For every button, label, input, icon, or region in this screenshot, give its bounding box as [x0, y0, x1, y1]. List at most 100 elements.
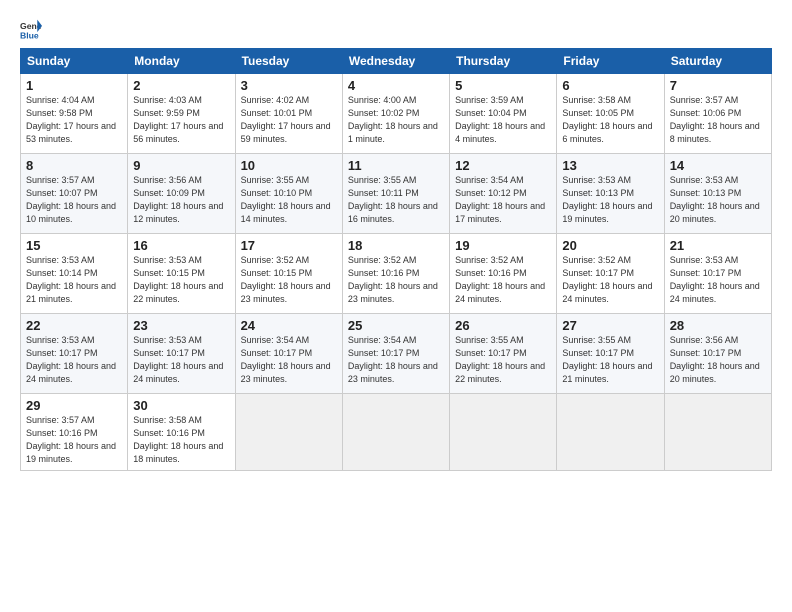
calendar-cell: 12 Sunrise: 3:54 AM Sunset: 10:12 PM Day… — [450, 154, 557, 234]
calendar-cell: 10 Sunrise: 3:55 AM Sunset: 10:10 PM Day… — [235, 154, 342, 234]
day-number: 12 — [455, 158, 551, 173]
calendar-cell: 20 Sunrise: 3:52 AM Sunset: 10:17 PM Day… — [557, 234, 664, 314]
weekday-header-friday: Friday — [557, 49, 664, 74]
day-number: 18 — [348, 238, 444, 253]
day-info: Sunrise: 3:54 AM Sunset: 10:12 PM Daylig… — [455, 174, 551, 226]
calendar-cell: 30 Sunrise: 3:58 AM Sunset: 10:16 PM Day… — [128, 394, 235, 471]
calendar-cell — [450, 394, 557, 471]
day-info: Sunrise: 3:55 AM Sunset: 10:17 PM Daylig… — [562, 334, 658, 386]
day-info: Sunrise: 3:55 AM Sunset: 10:17 PM Daylig… — [455, 334, 551, 386]
day-number: 19 — [455, 238, 551, 253]
calendar-cell: 17 Sunrise: 3:52 AM Sunset: 10:15 PM Day… — [235, 234, 342, 314]
day-number: 13 — [562, 158, 658, 173]
calendar-cell: 24 Sunrise: 3:54 AM Sunset: 10:17 PM Day… — [235, 314, 342, 394]
day-number: 5 — [455, 78, 551, 93]
calendar-cell: 18 Sunrise: 3:52 AM Sunset: 10:16 PM Day… — [342, 234, 449, 314]
day-info: Sunrise: 4:02 AM Sunset: 10:01 PM Daylig… — [241, 94, 337, 146]
day-info: Sunrise: 3:55 AM Sunset: 10:11 PM Daylig… — [348, 174, 444, 226]
day-number: 22 — [26, 318, 122, 333]
day-info: Sunrise: 3:58 AM Sunset: 10:16 PM Daylig… — [133, 414, 229, 466]
calendar-cell: 1 Sunrise: 4:04 AM Sunset: 9:58 PM Dayli… — [21, 74, 128, 154]
day-info: Sunrise: 3:56 AM Sunset: 10:17 PM Daylig… — [670, 334, 766, 386]
weekday-header-sunday: Sunday — [21, 49, 128, 74]
day-info: Sunrise: 3:53 AM Sunset: 10:13 PM Daylig… — [562, 174, 658, 226]
day-number: 27 — [562, 318, 658, 333]
day-info: Sunrise: 3:53 AM Sunset: 10:17 PM Daylig… — [670, 254, 766, 306]
calendar-cell: 21 Sunrise: 3:53 AM Sunset: 10:17 PM Day… — [664, 234, 771, 314]
day-info: Sunrise: 3:52 AM Sunset: 10:16 PM Daylig… — [348, 254, 444, 306]
day-number: 7 — [670, 78, 766, 93]
day-number: 23 — [133, 318, 229, 333]
day-number: 28 — [670, 318, 766, 333]
calendar-cell: 25 Sunrise: 3:54 AM Sunset: 10:17 PM Day… — [342, 314, 449, 394]
weekday-header-row: SundayMondayTuesdayWednesdayThursdayFrid… — [21, 49, 772, 74]
day-number: 21 — [670, 238, 766, 253]
calendar-table: SundayMondayTuesdayWednesdayThursdayFrid… — [20, 48, 772, 471]
calendar-cell: 4 Sunrise: 4:00 AM Sunset: 10:02 PM Dayl… — [342, 74, 449, 154]
calendar-cell — [342, 394, 449, 471]
weekday-header-saturday: Saturday — [664, 49, 771, 74]
calendar-cell: 19 Sunrise: 3:52 AM Sunset: 10:16 PM Day… — [450, 234, 557, 314]
day-info: Sunrise: 3:56 AM Sunset: 10:09 PM Daylig… — [133, 174, 229, 226]
day-info: Sunrise: 3:53 AM Sunset: 10:14 PM Daylig… — [26, 254, 122, 306]
svg-text:Blue: Blue — [20, 30, 39, 40]
day-info: Sunrise: 3:54 AM Sunset: 10:17 PM Daylig… — [241, 334, 337, 386]
day-info: Sunrise: 3:53 AM Sunset: 10:17 PM Daylig… — [26, 334, 122, 386]
day-number: 16 — [133, 238, 229, 253]
calendar-cell: 14 Sunrise: 3:53 AM Sunset: 10:13 PM Day… — [664, 154, 771, 234]
day-number: 24 — [241, 318, 337, 333]
day-number: 6 — [562, 78, 658, 93]
day-info: Sunrise: 4:03 AM Sunset: 9:59 PM Dayligh… — [133, 94, 229, 146]
logo: General Blue — [20, 18, 46, 40]
day-number: 3 — [241, 78, 337, 93]
day-info: Sunrise: 3:52 AM Sunset: 10:15 PM Daylig… — [241, 254, 337, 306]
day-info: Sunrise: 3:52 AM Sunset: 10:16 PM Daylig… — [455, 254, 551, 306]
day-info: Sunrise: 3:53 AM Sunset: 10:13 PM Daylig… — [670, 174, 766, 226]
day-number: 4 — [348, 78, 444, 93]
day-info: Sunrise: 3:53 AM Sunset: 10:15 PM Daylig… — [133, 254, 229, 306]
day-info: Sunrise: 3:58 AM Sunset: 10:05 PM Daylig… — [562, 94, 658, 146]
day-number: 10 — [241, 158, 337, 173]
day-number: 2 — [133, 78, 229, 93]
calendar-cell: 15 Sunrise: 3:53 AM Sunset: 10:14 PM Day… — [21, 234, 128, 314]
day-info: Sunrise: 3:55 AM Sunset: 10:10 PM Daylig… — [241, 174, 337, 226]
calendar-cell: 7 Sunrise: 3:57 AM Sunset: 10:06 PM Dayl… — [664, 74, 771, 154]
weekday-header-thursday: Thursday — [450, 49, 557, 74]
weekday-header-wednesday: Wednesday — [342, 49, 449, 74]
calendar-cell: 26 Sunrise: 3:55 AM Sunset: 10:17 PM Day… — [450, 314, 557, 394]
day-number: 30 — [133, 398, 229, 413]
day-number: 15 — [26, 238, 122, 253]
calendar-cell — [557, 394, 664, 471]
day-number: 20 — [562, 238, 658, 253]
day-info: Sunrise: 4:00 AM Sunset: 10:02 PM Daylig… — [348, 94, 444, 146]
day-number: 17 — [241, 238, 337, 253]
page: General Blue SundayMondayTuesdayWednesda… — [0, 0, 792, 612]
day-number: 11 — [348, 158, 444, 173]
logo-icon: General Blue — [20, 18, 42, 40]
calendar-cell: 5 Sunrise: 3:59 AM Sunset: 10:04 PM Dayl… — [450, 74, 557, 154]
day-info: Sunrise: 3:52 AM Sunset: 10:17 PM Daylig… — [562, 254, 658, 306]
day-info: Sunrise: 3:59 AM Sunset: 10:04 PM Daylig… — [455, 94, 551, 146]
calendar-cell: 23 Sunrise: 3:53 AM Sunset: 10:17 PM Day… — [128, 314, 235, 394]
calendar-cell: 8 Sunrise: 3:57 AM Sunset: 10:07 PM Dayl… — [21, 154, 128, 234]
calendar-cell: 9 Sunrise: 3:56 AM Sunset: 10:09 PM Dayl… — [128, 154, 235, 234]
calendar-cell: 16 Sunrise: 3:53 AM Sunset: 10:15 PM Day… — [128, 234, 235, 314]
day-number: 29 — [26, 398, 122, 413]
day-number: 26 — [455, 318, 551, 333]
day-info: Sunrise: 3:53 AM Sunset: 10:17 PM Daylig… — [133, 334, 229, 386]
day-info: Sunrise: 3:57 AM Sunset: 10:16 PM Daylig… — [26, 414, 122, 466]
calendar-cell: 3 Sunrise: 4:02 AM Sunset: 10:01 PM Dayl… — [235, 74, 342, 154]
calendar-cell: 29 Sunrise: 3:57 AM Sunset: 10:16 PM Day… — [21, 394, 128, 471]
calendar-cell: 11 Sunrise: 3:55 AM Sunset: 10:11 PM Day… — [342, 154, 449, 234]
day-number: 14 — [670, 158, 766, 173]
header: General Blue — [20, 18, 772, 40]
calendar-cell — [664, 394, 771, 471]
weekday-header-tuesday: Tuesday — [235, 49, 342, 74]
calendar-cell: 2 Sunrise: 4:03 AM Sunset: 9:59 PM Dayli… — [128, 74, 235, 154]
day-number: 9 — [133, 158, 229, 173]
day-number: 25 — [348, 318, 444, 333]
calendar-cell: 22 Sunrise: 3:53 AM Sunset: 10:17 PM Day… — [21, 314, 128, 394]
calendar-cell — [235, 394, 342, 471]
calendar-cell: 6 Sunrise: 3:58 AM Sunset: 10:05 PM Dayl… — [557, 74, 664, 154]
calendar-cell: 27 Sunrise: 3:55 AM Sunset: 10:17 PM Day… — [557, 314, 664, 394]
